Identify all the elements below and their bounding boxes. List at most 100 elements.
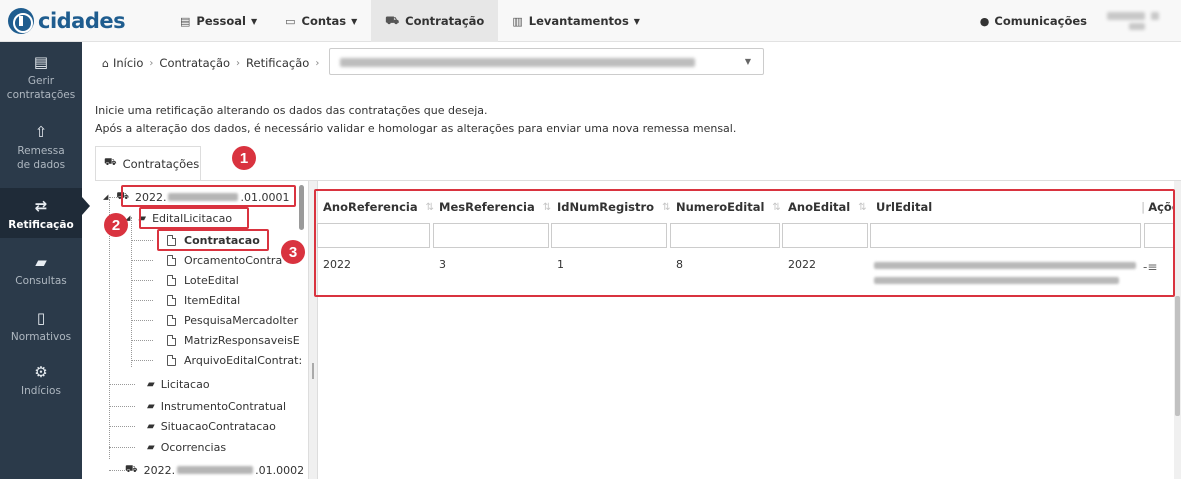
book-icon: ▰ (35, 253, 47, 271)
sidebar-item-remessa[interactable]: ⇧ Remessa de dados (0, 122, 82, 184)
cart-icon: ⛟ (385, 13, 400, 27)
book-icon: ▰ (147, 378, 155, 390)
breadcrumb-separator: › (149, 57, 154, 69)
breadcrumb-retificacao[interactable]: Retificação (246, 56, 309, 70)
tree-scrollbar[interactable] (299, 185, 304, 230)
book-icon: ▰ (147, 441, 155, 453)
cidades-logo[interactable]: cidades (8, 6, 126, 36)
sidebar-item-gerir-contratacoes[interactable]: ▤ Gerir contratações (0, 52, 82, 114)
tree-node-label: SituacaoContratacao (160, 419, 276, 433)
breadcrumb-separator: › (315, 57, 320, 69)
tree-connector (131, 340, 153, 341)
tree-connector (131, 360, 153, 361)
organization-value-redacted (340, 58, 695, 67)
tree-node-root-2[interactable]: ⛟ 2022. .01.0002 (125, 460, 304, 479)
comments-icon: ● (979, 14, 990, 28)
upload-icon: ⇧ (34, 123, 48, 141)
sidebar: ▤ Gerir contratações ⇧ Remessa de dados … (0, 42, 82, 479)
tab-contratacoes[interactable]: ⛟ Contratações (95, 146, 201, 181)
file-icon (167, 294, 176, 306)
logo-text: cidades (38, 9, 126, 33)
tree-connector (131, 260, 153, 261)
intro-line-2: Após a alteração dos dados, é necessário… (95, 122, 737, 135)
tree-node-label: Ocorrencias (160, 440, 227, 454)
tree-node-label: 2022. (143, 463, 176, 477)
chevron-down-icon: ▼ (744, 57, 751, 66)
tree-node-pesquisa-mercado[interactable]: PesquisaMercadoIter (167, 310, 298, 330)
organization-select[interactable]: ▼ (329, 48, 764, 75)
highlight-contratacao-node (157, 229, 269, 251)
communications-label: Comunicações (994, 14, 1087, 28)
exchange-icon: ⇄ (34, 197, 48, 215)
file-icon: ▯ (36, 309, 46, 327)
file-icon (167, 334, 176, 346)
highlight-root-node (121, 185, 296, 207)
tree-node-label: ArquivoEditalContrat: (184, 353, 303, 367)
file-icon (167, 354, 176, 366)
intro-line-1: Inicie uma retificação alterando os dado… (95, 104, 488, 117)
annotation-badge-2: 2 (104, 213, 128, 237)
tree-node-label: OrcamentoContra (184, 253, 283, 267)
book-icon: ▰ (147, 420, 155, 432)
nav-label: Levantamentos (528, 14, 629, 28)
tree-node-orcamento[interactable]: OrcamentoContra (167, 250, 282, 270)
tree-connector (131, 300, 153, 301)
tree-node-label: InstrumentoContratual (160, 399, 286, 413)
tree-node-situacao-contratacao[interactable]: ▰ SituacaoContratacao (147, 416, 276, 436)
nav-right: ● Comunicações (980, 0, 1171, 42)
breadcrumb-inicio[interactable]: Início (113, 56, 143, 70)
tree-node-instrumento-contratual[interactable]: ▰ InstrumentoContratual (147, 396, 286, 416)
nav-contratacao[interactable]: ⛟ Contratação (371, 0, 499, 42)
communications-link[interactable]: ● Comunicações (980, 14, 1087, 28)
tree-connector (131, 280, 153, 281)
breadcrumb-contratacao[interactable]: Contratação (159, 56, 230, 70)
sidebar-item-label: Consultas (15, 275, 67, 287)
nav-label: Pessoal (196, 14, 246, 28)
sidebar-item-indicios[interactable]: ⚙ Indícios (0, 362, 82, 404)
caret-down-icon: ◢ (103, 193, 109, 201)
sidebar-item-label: Retificação (8, 219, 74, 231)
tree-node-ocorrencias[interactable]: ▰ Ocorrencias (147, 437, 226, 457)
user-menu[interactable] (1107, 8, 1171, 34)
bar-chart-icon: ▥ (512, 14, 523, 28)
cart-icon: ⛟ (125, 463, 138, 475)
intro-text: Inicie uma retificação alterando os dado… (95, 102, 736, 138)
tree-node-lote-edital[interactable]: LoteEdital (167, 270, 239, 290)
breadcrumb: ⌂ Início › Contratação › Retificação › (102, 56, 325, 70)
tree-connector (109, 426, 135, 427)
sidebar-item-consultas[interactable]: ▰ Consultas (0, 252, 82, 294)
sidebar-item-label: Gerir contratações (6, 75, 76, 102)
tree-node-item-edital[interactable]: ItemEdital (167, 290, 240, 310)
nav-contas[interactable]: ▭ Contas ▼ (271, 0, 371, 42)
sidebar-item-normativos[interactable]: ▯ Normativos (0, 308, 82, 350)
tree-node-label: MatrizResponsaveisE (184, 333, 300, 347)
grid-scrollbar[interactable] (1174, 181, 1181, 479)
calendar-icon: ▭ (285, 14, 296, 28)
tree-connector (131, 320, 153, 321)
redacted-text (177, 466, 254, 474)
caret-down-icon: ▼ (633, 16, 640, 26)
grid-scrollbar-thumb[interactable] (1175, 296, 1180, 416)
tree-connector (109, 447, 135, 448)
tree-node-arquivo-edital[interactable]: ArquivoEditalContrat: (167, 350, 302, 370)
tree-node-licitacao[interactable]: ▰ Licitacao (147, 374, 210, 394)
highlight-edital-node (139, 207, 249, 229)
home-icon: ⌂ (102, 56, 109, 70)
tree-node-label: LoteEdital (184, 273, 239, 287)
sidebar-item-label: Normativos (10, 331, 72, 343)
cogs-icon: ⚙ (34, 363, 48, 381)
sidebar-item-retificacao[interactable]: ⇄ Retificação (0, 188, 82, 238)
tree-node-label: Licitacao (160, 377, 210, 391)
top-navbar: cidades ▤ Pessoal ▼ ▭ Contas ▼ ⛟ Contrat… (0, 0, 1181, 42)
splitter-grip-icon (312, 363, 314, 379)
tree-connector (109, 199, 110, 459)
tree-node-label: ItemEdital (184, 293, 241, 307)
caret-down-icon: ▼ (250, 16, 258, 26)
tree-connector (131, 240, 153, 241)
file-icon (167, 274, 176, 286)
tree-connector (109, 406, 135, 407)
nav-pessoal[interactable]: ▤ Pessoal ▼ (166, 0, 271, 42)
tree-node-matriz-responsaveis[interactable]: MatrizResponsaveisE (167, 330, 300, 350)
nav-levantamentos[interactable]: ▥ Levantamentos ▼ (498, 0, 654, 42)
sidebar-item-label: Indícios (21, 385, 61, 397)
